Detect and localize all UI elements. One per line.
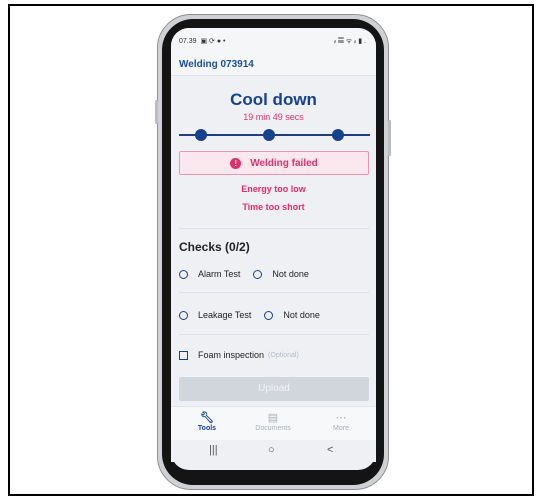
optional-tag: (Optional) [268,351,299,359]
home-button[interactable]: ○ [268,444,275,456]
foam-inspection-label: Foam inspection [198,350,265,360]
alarm-test-radio[interactable] [179,269,188,279]
check-row-foam[interactable]: Foam inspection (Optional) [179,350,369,360]
leakage-not-done-radio[interactable] [264,310,274,320]
tab-documents-label: Documents [255,425,291,432]
bottom-tab-bar: 🔧︎ Tools ▤ Documents ⋯ More [171,406,376,440]
check-row-leakage[interactable]: Leakage Test Not done [179,310,369,320]
alarm-test-label: Alarm Test [198,269,241,279]
leakage-test-radio[interactable] [179,310,188,320]
tab-tools[interactable]: 🔧︎ Tools [177,411,237,432]
back-button[interactable]: < [327,444,333,456]
android-nav-bar: ||| ○ < [171,440,376,462]
more-icon: ⋯ [335,412,347,424]
power-button [388,120,391,156]
screen-overlay: Checks (0/2) Alarm Test Not done Leakage… [171,28,376,470]
upload-button[interactable]: Upload [179,377,369,401]
leakage-test-label: Leakage Test [198,310,252,320]
document-icon: ▤ [267,412,279,424]
leakage-status: Not done [283,310,320,320]
divider [179,292,369,293]
alarm-not-done-radio[interactable] [253,269,263,279]
divider [179,334,369,335]
checks-title: Checks (0/2) [179,240,250,254]
wrench-icon: 🔧︎ [200,412,214,424]
foam-inspection-checkbox[interactable] [179,350,188,360]
tab-tools-label: Tools [197,425,217,432]
tab-more[interactable]: ⋯ More [311,411,371,432]
alarm-status: Not done [272,269,309,279]
volume-button [155,100,158,124]
tab-more-label: More [333,425,349,432]
tab-documents[interactable]: ▤ Documents [243,411,303,432]
recent-apps-button[interactable]: ||| [209,444,218,456]
check-row-alarm[interactable]: Alarm Test Not done [179,269,369,279]
